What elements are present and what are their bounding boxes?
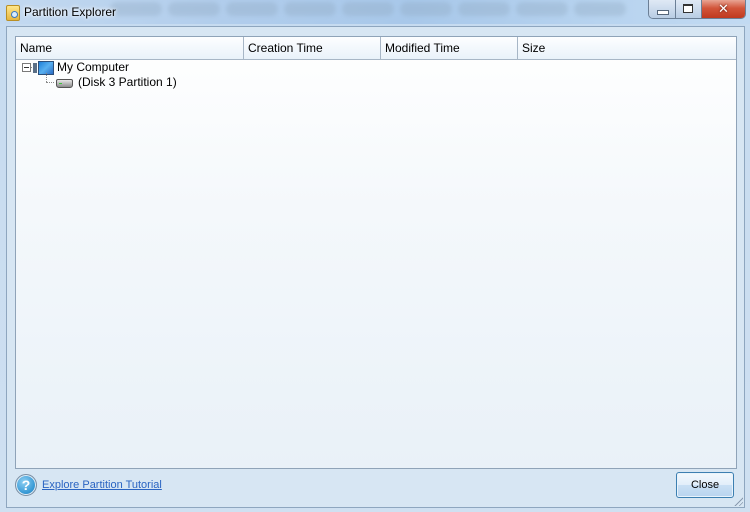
collapse-toggle[interactable] bbox=[22, 63, 31, 72]
hard-drive-icon bbox=[56, 79, 73, 88]
app-icon bbox=[6, 5, 20, 21]
column-header-name[interactable]: Name bbox=[16, 37, 244, 59]
column-header-modified-time[interactable]: Modified Time bbox=[381, 37, 518, 59]
dialog-client-area: Name Creation Time Modified Time Size My… bbox=[6, 26, 745, 508]
tree-item-my-computer[interactable]: My Computer bbox=[16, 60, 736, 75]
tree-item-label: (Disk 3 Partition 1) bbox=[78, 75, 177, 89]
close-icon: ✕ bbox=[718, 1, 729, 16]
window-close-button[interactable]: ✕ bbox=[702, 0, 745, 18]
tree-connector bbox=[46, 73, 47, 82]
maximize-button[interactable] bbox=[676, 0, 702, 18]
maximize-icon bbox=[683, 4, 693, 13]
resize-grip[interactable] bbox=[733, 496, 743, 506]
tree-item-label: My Computer bbox=[57, 60, 130, 74]
explore-partition-tutorial-link[interactable]: Explore Partition Tutorial bbox=[42, 479, 162, 491]
minimize-icon bbox=[657, 10, 669, 15]
column-header-size[interactable]: Size bbox=[518, 37, 736, 59]
title-bar[interactable]: Partition Explorer ✕ bbox=[0, 0, 750, 24]
partition-list-view[interactable]: Name Creation Time Modified Time Size My… bbox=[15, 36, 737, 469]
window-title: Partition Explorer bbox=[24, 5, 117, 19]
list-header: Name Creation Time Modified Time Size bbox=[16, 37, 736, 60]
column-header-creation-time[interactable]: Creation Time bbox=[244, 37, 381, 59]
tree-item-disk3-partition1[interactable]: (Disk 3 Partition 1) bbox=[16, 73, 736, 90]
background-toolbar-blur bbox=[110, 2, 670, 22]
help-icon[interactable]: ? bbox=[15, 474, 37, 496]
caption-buttons: ✕ bbox=[648, 0, 746, 19]
close-button[interactable]: Close bbox=[676, 472, 734, 498]
partition-explorer-window: Partition Explorer ✕ Name Creation Time … bbox=[0, 0, 750, 512]
partition-tree: My Computer (Disk 3 Partition 1) bbox=[16, 60, 736, 90]
tree-connector bbox=[46, 82, 54, 83]
minimize-button[interactable] bbox=[649, 0, 676, 18]
